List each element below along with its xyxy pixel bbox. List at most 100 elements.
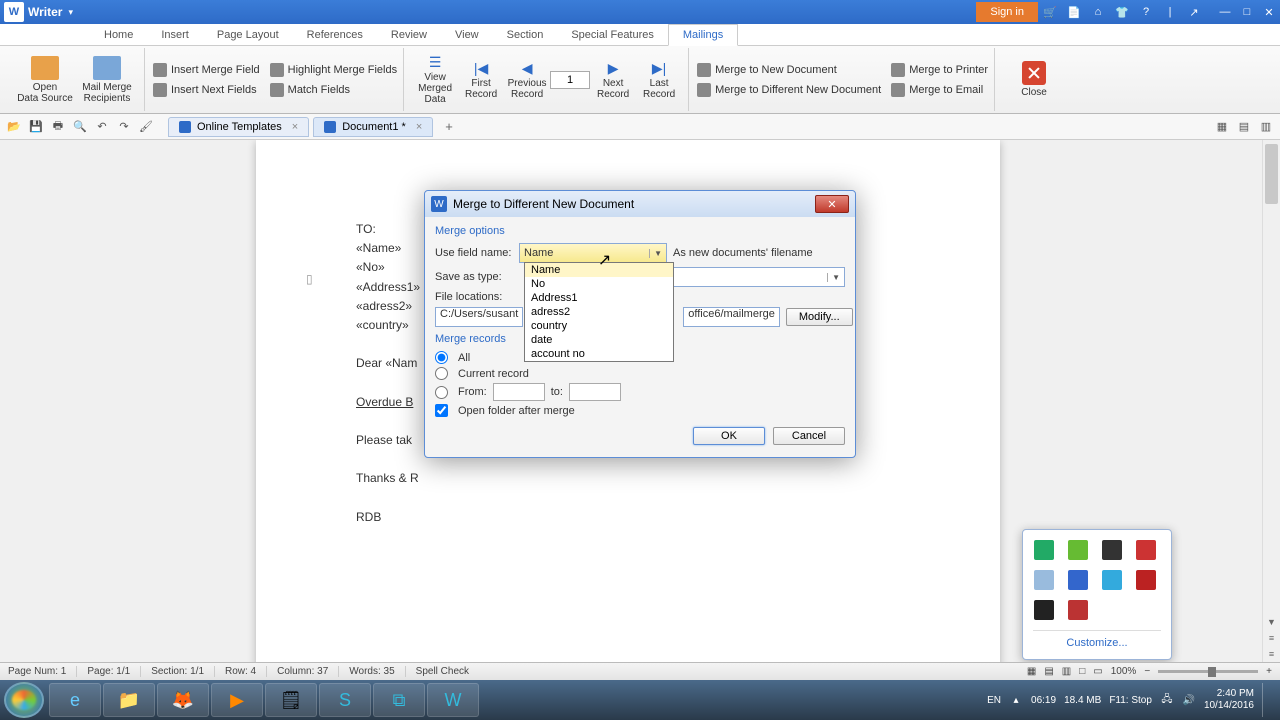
zoom-out-icon[interactable]: − bbox=[1144, 666, 1150, 677]
close-ribbon-button[interactable]: Close bbox=[1003, 50, 1065, 110]
dropdown-option[interactable]: Address1 bbox=[525, 291, 673, 305]
view-mode-icon[interactable]: ▦ bbox=[1027, 666, 1036, 677]
taskbar-firefox-icon[interactable]: 🦊 bbox=[157, 683, 209, 717]
cart-icon[interactable]: 🛒 bbox=[1041, 3, 1059, 21]
prev-page-icon[interactable]: ≡ bbox=[1263, 630, 1280, 646]
view-mode-icon-3[interactable]: ▥ bbox=[1062, 666, 1071, 677]
view-merged-data-button[interactable]: ☰View Merged Data bbox=[412, 54, 458, 105]
highlight-merge-fields-button[interactable]: Highlight Merge Fields bbox=[270, 63, 397, 77]
mail-merge-recipients-button[interactable]: Mail Merge Recipients bbox=[76, 50, 138, 110]
dialog-close-button[interactable]: ✕ bbox=[815, 195, 849, 213]
merge-to-printer-button[interactable]: Merge to Printer bbox=[891, 63, 988, 77]
save-as-type-combo-right[interactable]: ▼ bbox=[673, 267, 845, 287]
dropdown-option[interactable]: country bbox=[525, 319, 673, 333]
print-preview-icon[interactable]: 🔍 bbox=[72, 119, 88, 135]
dropdown-option[interactable]: date bbox=[525, 333, 673, 347]
open-data-source-button[interactable]: Open Data Source bbox=[14, 50, 76, 110]
tray-sync-icon[interactable] bbox=[1068, 540, 1088, 560]
tab-mailings[interactable]: Mailings bbox=[668, 24, 738, 46]
format-painter-icon[interactable]: 🖌 bbox=[138, 119, 154, 135]
taskbar-writer-icon[interactable]: W bbox=[427, 683, 479, 717]
status-words[interactable]: Words: 35 bbox=[349, 666, 405, 677]
tray-av-icon[interactable] bbox=[1136, 540, 1156, 560]
tray-f11[interactable]: F11: Stop bbox=[1109, 695, 1152, 706]
open-icon[interactable]: 📂 bbox=[6, 119, 22, 135]
modify-button[interactable]: Modify... bbox=[786, 308, 853, 326]
popout-icon[interactable]: ↗ bbox=[1185, 3, 1203, 21]
to-input[interactable] bbox=[569, 383, 621, 401]
tray-volume-icon[interactable]: 🔊 bbox=[1182, 693, 1196, 707]
scrollbar-thumb[interactable] bbox=[1265, 144, 1278, 204]
tray-update-icon[interactable] bbox=[1034, 570, 1054, 590]
dropdown-option[interactable]: No bbox=[525, 277, 673, 291]
doc-tab[interactable]: Online Templates× bbox=[168, 117, 309, 137]
merge-to-new-document-button[interactable]: Merge to New Document bbox=[697, 63, 881, 77]
minimize-button[interactable]: — bbox=[1214, 3, 1236, 21]
tray-app1-icon[interactable] bbox=[1068, 570, 1088, 590]
current-record-radio[interactable] bbox=[435, 367, 448, 380]
last-record-button[interactable]: ▶|Last Record bbox=[636, 60, 682, 100]
print-icon[interactable]: 🖶 bbox=[50, 119, 66, 135]
dropdown-option[interactable]: Name bbox=[525, 263, 673, 277]
match-fields-button[interactable]: Match Fields bbox=[270, 83, 397, 97]
view-icon-1[interactable]: ▦ bbox=[1214, 119, 1230, 135]
zoom-value[interactable]: 100% bbox=[1111, 666, 1137, 677]
undo-icon[interactable]: ↶ bbox=[94, 119, 110, 135]
maximize-button[interactable]: □ bbox=[1236, 3, 1258, 21]
tab-special-features[interactable]: Special Features bbox=[557, 25, 668, 45]
doc-tab[interactable]: Document1 *× bbox=[313, 117, 433, 137]
tray-bluetooth-icon[interactable] bbox=[1034, 540, 1054, 560]
taskbar-media-icon[interactable]: ▶ bbox=[211, 683, 263, 717]
tray-monitor-icon[interactable] bbox=[1102, 540, 1122, 560]
zoom-slider[interactable] bbox=[1158, 670, 1258, 673]
dialog-title-bar[interactable]: W Merge to Different New Document ✕ bbox=[425, 191, 855, 217]
tab-references[interactable]: References bbox=[293, 25, 377, 45]
taskbar-skype-icon[interactable]: S bbox=[319, 683, 371, 717]
redo-icon[interactable]: ↷ bbox=[116, 119, 132, 135]
field-name-dropdown[interactable]: NameNoAddress1adress2countrydateaccount … bbox=[524, 262, 674, 362]
view-mode-icon-4[interactable]: □ bbox=[1079, 666, 1085, 677]
save-icon[interactable]: 💾 bbox=[28, 119, 44, 135]
from-radio[interactable] bbox=[435, 386, 448, 399]
taskbar-calc-icon[interactable]: 🗒 bbox=[265, 683, 317, 717]
insert-next-fields-button[interactable]: Insert Next Fields bbox=[153, 83, 260, 97]
taskbar-app-icon[interactable]: ⧉ bbox=[373, 683, 425, 717]
doc-icon[interactable]: 📄 bbox=[1065, 3, 1083, 21]
taskbar-explorer-icon[interactable]: e bbox=[49, 683, 101, 717]
record-number-input[interactable] bbox=[550, 71, 590, 89]
vertical-scrollbar[interactable]: ▲ ▼ ≡ ≡ bbox=[1262, 140, 1280, 662]
tray-app2-icon[interactable] bbox=[1102, 570, 1122, 590]
app-menu-dropdown-icon[interactable]: ▾ bbox=[68, 7, 73, 18]
tray-network-icon[interactable]: 🖧 bbox=[1160, 693, 1174, 707]
view-icon-3[interactable]: ▥ bbox=[1258, 119, 1274, 135]
file-locations-input-right[interactable]: office6/mailmerge bbox=[683, 307, 780, 327]
zoom-in-icon[interactable]: + bbox=[1266, 666, 1272, 677]
view-icon-2[interactable]: ▤ bbox=[1236, 119, 1252, 135]
show-desktop-button[interactable] bbox=[1262, 683, 1270, 717]
scroll-down-icon[interactable]: ▼ bbox=[1263, 614, 1280, 630]
help-icon[interactable]: ? bbox=[1137, 3, 1155, 21]
tray-app3-icon[interactable] bbox=[1034, 600, 1054, 620]
tab-review[interactable]: Review bbox=[377, 25, 441, 45]
merge-to-email-button[interactable]: Merge to Email bbox=[891, 83, 988, 97]
sign-in-button[interactable]: Sign in bbox=[976, 2, 1038, 22]
tab-insert[interactable]: Insert bbox=[147, 25, 203, 45]
open-folder-checkbox[interactable] bbox=[435, 404, 448, 417]
dropdown-option[interactable]: account no bbox=[525, 347, 673, 361]
tray-lang[interactable]: EN bbox=[987, 695, 1001, 706]
first-record-button[interactable]: |◀First Record bbox=[458, 60, 504, 100]
tray-clock[interactable]: 2:40 PM 10/14/2016 bbox=[1204, 688, 1254, 712]
tab-page-layout[interactable]: Page Layout bbox=[203, 25, 293, 45]
file-locations-input-left[interactable]: C:/Users/susant bbox=[435, 307, 523, 327]
customize-link[interactable]: Customize... bbox=[1033, 630, 1161, 649]
tab-view[interactable]: View bbox=[441, 25, 493, 45]
next-page-icon[interactable]: ≡ bbox=[1263, 646, 1280, 662]
view-mode-icon-2[interactable]: ▤ bbox=[1044, 666, 1053, 677]
all-radio[interactable] bbox=[435, 351, 448, 364]
home-icon[interactable]: ⌂ bbox=[1089, 3, 1107, 21]
tab-section[interactable]: Section bbox=[493, 25, 558, 45]
previous-record-button[interactable]: ◀Previous Record bbox=[504, 60, 550, 100]
use-field-name-combo[interactable]: Name ▼ bbox=[519, 243, 667, 263]
ok-button[interactable]: OK bbox=[693, 427, 765, 445]
start-button[interactable] bbox=[4, 682, 44, 718]
